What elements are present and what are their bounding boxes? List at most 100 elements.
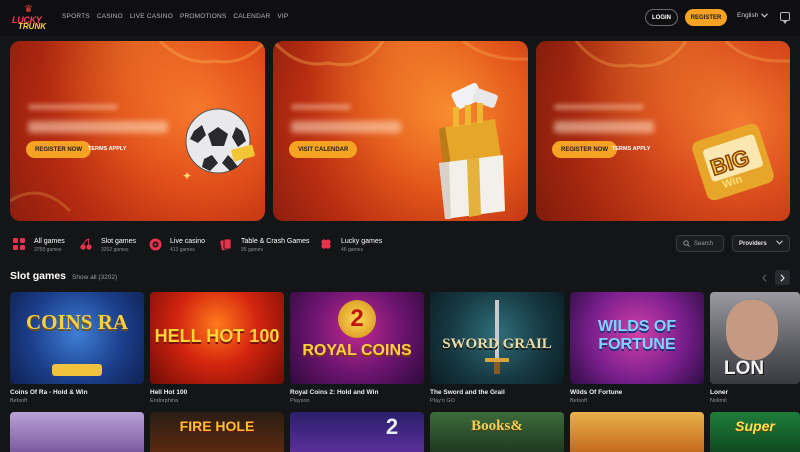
sparkle-icon: ✦: [182, 169, 193, 183]
section-title: Slot games: [10, 270, 67, 282]
hold-win-badge: [52, 364, 102, 376]
game-art-title: LON: [724, 358, 765, 379]
grid-icon: [12, 237, 26, 251]
nav-vip[interactable]: VIP: [277, 12, 288, 22]
search-input[interactable]: Search: [676, 235, 724, 252]
promo-title-blurred: [28, 121, 168, 133]
terms-apply-link[interactable]: TERMS APPLY: [612, 146, 650, 152]
gift-box-icon: [439, 82, 505, 219]
register-button[interactable]: REGISTER: [685, 9, 727, 26]
game-card-super[interactable]: Super: [710, 412, 800, 452]
category-all-games[interactable]: All games 3758 games: [12, 237, 65, 254]
category-live-casino[interactable]: Live casino 413 games: [148, 237, 205, 254]
category-lucky-games[interactable]: Lucky games 46 games: [319, 237, 382, 254]
register-now-button[interactable]: REGISTER NOW: [26, 141, 92, 158]
category-count: 3202 games: [101, 247, 129, 253]
carousel-next-button[interactable]: [775, 270, 790, 285]
nav-sports[interactable]: SPORTS: [62, 12, 90, 22]
game-provider: Betsoft: [10, 398, 28, 404]
cherry-icon: [79, 237, 93, 251]
crown-icon: ♛: [24, 4, 33, 15]
promo-subtitle-blurred: [554, 104, 644, 110]
site-logo[interactable]: ♛ LUCKY TRUNK: [10, 4, 54, 32]
search-placeholder: Search: [694, 240, 714, 247]
game-provider: Playson: [290, 398, 310, 404]
promo-banner-sports[interactable]: REGISTER NOW TERMS APPLY ✦: [10, 41, 265, 221]
chevron-down-icon: [776, 240, 783, 245]
visit-calendar-button[interactable]: VISIT CALENDAR: [289, 141, 358, 158]
language-label: English: [737, 12, 759, 19]
top-header: ♛ LUCKY TRUNK SPORTS CASINO LIVE CASINO …: [0, 0, 800, 36]
chevron-left-icon: [761, 274, 766, 282]
game-art-title: Books&: [471, 418, 523, 434]
game-card-sword-and-grail[interactable]: SWORD GRAIL: [430, 292, 564, 384]
category-title: Lucky games: [341, 238, 383, 245]
roulette-icon: [148, 237, 162, 251]
nav-promotions[interactable]: PROMOTIONS: [180, 12, 226, 22]
category-count: 95 games: [241, 247, 263, 253]
game-title[interactable]: Hell Hot 100: [150, 389, 187, 396]
game-card-overlay: 2: [360, 412, 424, 452]
promo-subtitle-blurred: [291, 104, 351, 110]
carousel-prev-button[interactable]: [758, 271, 770, 285]
clover-icon: [319, 237, 333, 251]
chevron-down-icon: [761, 13, 769, 18]
game-title[interactable]: Loner: [710, 389, 728, 396]
category-count: 413 games: [170, 247, 195, 253]
game-card-fire-hole[interactable]: FIRE HOLE: [150, 412, 284, 452]
game-art-title: COINS RA: [25, 310, 129, 334]
providers-label: Providers: [739, 240, 767, 247]
register-now-button[interactable]: REGISTER NOW: [552, 141, 618, 158]
promo-title-blurred: [291, 121, 401, 133]
game-card-wilds-of-fortune[interactable]: WILDS OF FORTUNE: [570, 292, 704, 384]
chat-icon[interactable]: [780, 12, 790, 24]
category-title: Table & Crash Games: [241, 238, 310, 245]
game-art-title: SWORD GRAIL: [442, 336, 552, 352]
coin-icon: 2: [338, 300, 376, 338]
game-provider: Nolimit: [710, 398, 727, 404]
game-card-books[interactable]: Books&: [430, 412, 564, 452]
language-selector[interactable]: English: [737, 12, 769, 19]
category-table-crash[interactable]: Table & Crash Games 95 games: [219, 237, 309, 254]
game-provider: Betsoft: [570, 398, 588, 404]
login-button[interactable]: LOGIN: [645, 9, 678, 26]
nav-calendar[interactable]: CALENDAR: [233, 12, 270, 22]
game-title[interactable]: Wilds Of Fortune: [570, 389, 622, 396]
game-card-royal-coins-2[interactable]: 2 ROYAL COINS: [290, 292, 424, 384]
game-card[interactable]: [10, 412, 144, 452]
category-title: Live casino: [170, 238, 206, 245]
cards-icon: [219, 237, 233, 251]
category-title: Slot games: [101, 238, 137, 245]
game-title[interactable]: Coins Of Ra - Hold & Win: [10, 389, 88, 396]
promo-banner-calendar[interactable]: VISIT CALENDAR: [273, 41, 528, 221]
game-art-title: 2: [385, 414, 399, 439]
category-slot-games[interactable]: Slot games 3202 games: [79, 237, 136, 254]
game-title[interactable]: Royal Coins 2: Hold and Win: [290, 389, 378, 396]
logo-text-bottom: TRUNK: [18, 22, 46, 31]
nav-live-casino[interactable]: LIVE CASINO: [130, 12, 173, 22]
game-art-title: HELL HOT 100: [154, 326, 280, 346]
show-all-link[interactable]: Show all (3202): [72, 274, 117, 281]
promo-subtitle-blurred: [28, 104, 118, 110]
game-card-coins-of-ra[interactable]: COINS RA: [10, 292, 144, 384]
character-portrait: [726, 300, 778, 360]
game-card-hell-hot-100[interactable]: HELL HOT 100: [150, 292, 284, 384]
category-count: 46 games: [341, 247, 363, 253]
game-provider: Endorphina: [150, 398, 179, 404]
game-provider: Play'n GO: [430, 398, 455, 404]
game-art-title: WILDS OF FORTUNE: [597, 318, 677, 353]
category-count: 3758 games: [34, 247, 62, 253]
main-nav: SPORTS CASINO LIVE CASINO PROMOTIONS CAL…: [62, 12, 295, 22]
game-title[interactable]: The Sword and the Grail: [430, 389, 505, 396]
game-card[interactable]: [570, 412, 704, 452]
chevron-right-icon: [780, 273, 785, 282]
terms-apply-link[interactable]: TERMS APPLY: [88, 146, 126, 152]
promo-banner-casino[interactable]: REGISTER NOW TERMS APPLY BIG Win: [536, 41, 790, 221]
category-title: All games: [34, 238, 65, 245]
nav-casino[interactable]: CASINO: [97, 12, 123, 22]
providers-select[interactable]: Providers: [732, 235, 790, 252]
slot-machine-icon: BIG Win: [692, 123, 774, 201]
game-card-loner[interactable]: LON: [710, 292, 800, 384]
game-art-title: Super: [735, 418, 775, 434]
game-art-title: FIRE HOLE: [179, 418, 255, 434]
